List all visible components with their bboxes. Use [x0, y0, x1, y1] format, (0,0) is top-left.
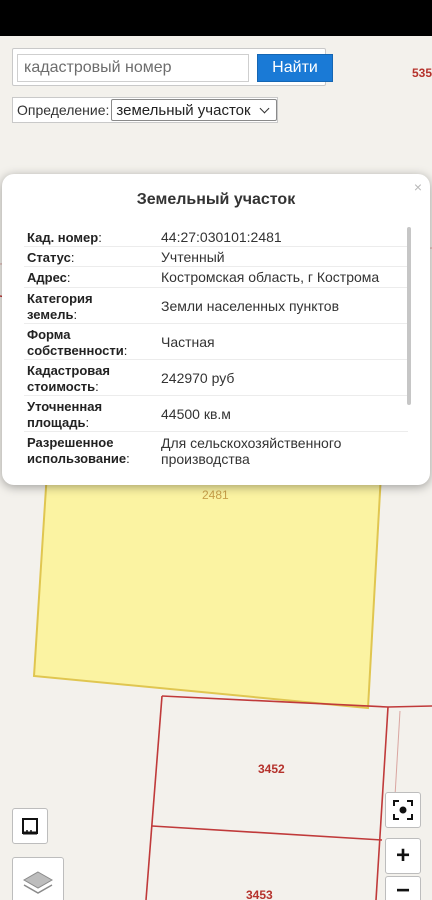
- info-row: Адрес: Костромская область, г Кострома: [24, 267, 408, 288]
- definition-row: Определение: земельный участок: [12, 97, 278, 123]
- info-value: Костромская область, г Кострома: [161, 269, 380, 285]
- info-key: Кадастровая стоимость:: [27, 363, 110, 394]
- info-row: Кад. номер: 44:27:030101:2481: [24, 227, 408, 247]
- info-value: Учтенный: [161, 248, 225, 265]
- info-row: Форма собственности: Частная: [24, 324, 408, 360]
- zoom-out-button[interactable]: −: [385, 876, 421, 900]
- parcel-label: 2481: [202, 488, 229, 502]
- info-value: Земли населенных пунктов: [161, 297, 340, 314]
- info-key: Статус:: [27, 250, 75, 265]
- info-value: 44500 кв.м: [161, 405, 231, 422]
- info-key: Форма собственности:: [27, 327, 128, 358]
- search-button[interactable]: Найти: [257, 54, 333, 82]
- info-value: 44:27:030101:2481: [161, 228, 282, 245]
- locate-button[interactable]: [385, 792, 421, 828]
- info-row: Уточненная площадь: 44500 кв.м: [24, 396, 408, 432]
- info-value: Для сельскохозяйственного производства: [161, 435, 342, 467]
- parcel-label: 3453: [246, 888, 273, 900]
- chevron-down-icon: [260, 105, 270, 115]
- layers-icon: [22, 871, 54, 894]
- popup-scrollbar[interactable]: [407, 227, 411, 405]
- info-key: Кад. номер:: [27, 230, 102, 245]
- parcel-boundary: [145, 695, 163, 900]
- info-value: 242970 руб: [161, 369, 235, 386]
- search-panel: Найти: [12, 48, 333, 86]
- info-row: Категория земель: Земли населенных пункто…: [24, 288, 408, 324]
- parcel-label: 3452: [258, 762, 285, 776]
- info-table: Кад. номер: 44:27:030101:2481 Статус: Уч…: [24, 227, 408, 470]
- info-row: Разрешенное использование: Для сельскохоз…: [24, 432, 408, 470]
- info-row: Статус: Учтенный: [24, 247, 408, 267]
- locate-icon: [393, 800, 413, 820]
- info-row: Кадастровая стоимость: 242970 руб: [24, 360, 408, 396]
- info-key: Категория земель:: [27, 291, 93, 322]
- parcel-info-popup: × Земельный участок Кад. номер: 44:27:03…: [2, 174, 430, 485]
- popup-title: Земельный участок: [136, 191, 296, 208]
- parcel-label: 5350: [412, 66, 432, 80]
- cadastral-number-input[interactable]: [17, 54, 249, 82]
- parcel-boundary: [387, 705, 432, 708]
- ruler-icon: [22, 818, 38, 835]
- status-bar: [0, 0, 432, 36]
- definition-select[interactable]: земельный участок: [111, 99, 277, 121]
- definition-selected-value: земельный участок: [116, 101, 251, 119]
- zoom-in-button[interactable]: +: [385, 838, 421, 874]
- info-key: Уточненная площадь:: [27, 399, 103, 430]
- info-key: Адрес:: [27, 270, 71, 285]
- parcel-boundary: [151, 825, 383, 841]
- layers-button[interactable]: [12, 857, 64, 900]
- info-key: Разрешенное использование:: [27, 435, 130, 466]
- parcel-boundary: [394, 710, 401, 797]
- definition-label: Определение:: [17, 102, 110, 118]
- info-value: Частная: [161, 333, 215, 350]
- ruler-button[interactable]: [12, 808, 48, 844]
